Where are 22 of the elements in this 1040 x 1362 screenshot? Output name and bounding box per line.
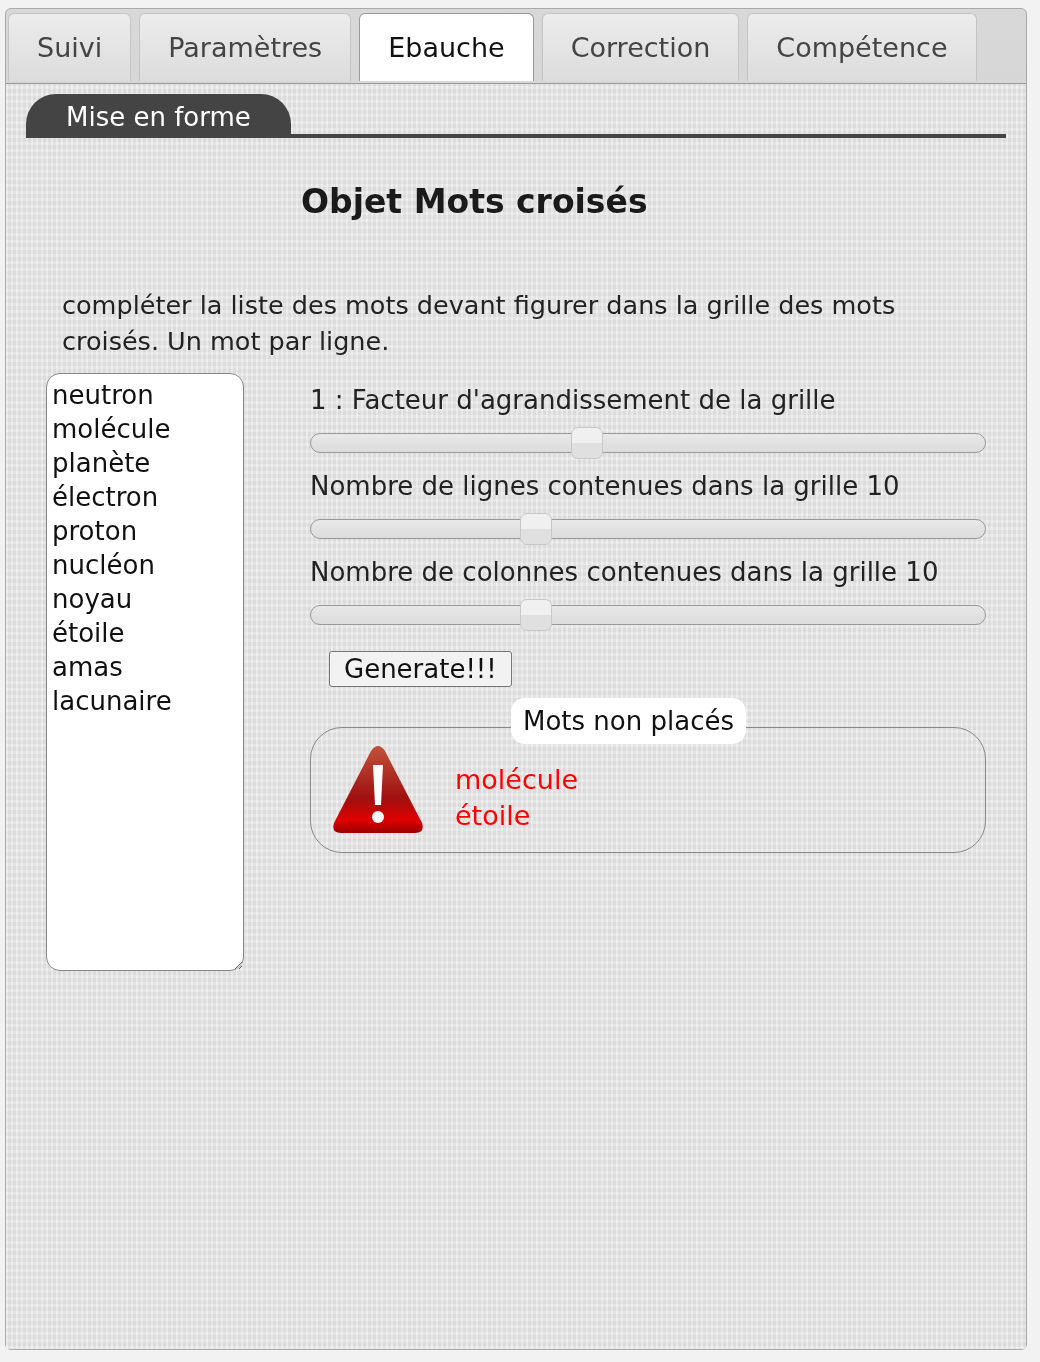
slider-thumb[interactable] <box>571 427 604 459</box>
tab[interactable]: Suivi <box>8 13 132 81</box>
instructions-text: compléter la liste des mots devant figurer dans la grille des mots croisés. Un mot par ligne. <box>62 289 897 358</box>
unplaced-word: étoile <box>455 799 532 833</box>
panel-legend: Mots non placés <box>511 698 746 744</box>
word-list-field[interactable]: neutron molécule planète électron proton nucléon noyau étoile amas lacunaire <box>46 373 244 971</box>
slider-label: Nombre de lignes contenues dans la grille 10 <box>310 471 901 501</box>
tab[interactable]: Compétence <box>747 13 977 81</box>
subtab[interactable]: Mise en forme <box>26 94 291 134</box>
tab[interactable]: Correction <box>541 13 740 81</box>
slider-label: 1 : Facteur d'agrandissement de la grille <box>310 385 837 415</box>
slider-track[interactable] <box>310 433 986 453</box>
slider-thumb[interactable] <box>520 513 553 545</box>
tab[interactable]: Paramètres <box>139 13 352 81</box>
slider-thumb[interactable] <box>520 599 553 631</box>
generate-button[interactable]: Generate!!! <box>329 651 512 687</box>
unplaced-word: molécule <box>455 763 578 797</box>
slider-track[interactable] <box>310 519 986 539</box>
slider-label: Nombre de colonnes contenues dans la grille 10 <box>310 557 940 587</box>
slider-track[interactable] <box>310 605 986 625</box>
tab[interactable]: Ebauche <box>359 13 534 81</box>
page-title: Objet Mots croisés <box>301 182 649 221</box>
